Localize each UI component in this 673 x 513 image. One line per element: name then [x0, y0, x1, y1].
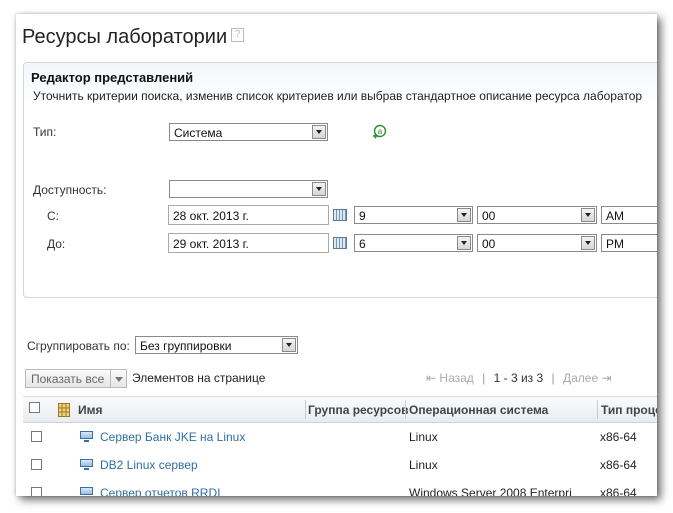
column-divider[interactable] — [305, 400, 306, 419]
to-date-input[interactable]: 29 окт. 2013 г. — [168, 233, 329, 253]
add-criterion-icon[interactable]: a — [371, 124, 387, 140]
column-divider[interactable] — [405, 400, 406, 419]
chevron-down-icon — [457, 236, 471, 250]
chevron-down-icon — [312, 125, 326, 139]
from-date-value: 28 окт. 2013 г. — [173, 209, 249, 223]
calendar-icon[interactable] — [333, 209, 347, 221]
table-row[interactable]: Сервер Банк JKE на Linux Linux x86-64 — [23, 423, 657, 452]
button-divider — [110, 370, 111, 387]
resource-name-link[interactable]: DB2 Linux сервер — [100, 458, 198, 472]
type-select[interactable]: Система — [169, 123, 328, 141]
last-page-icon: ⇥ — [601, 371, 612, 385]
from-date-input[interactable]: 28 окт. 2013 г. — [168, 205, 329, 225]
to-minute-value: 00 — [482, 237, 496, 251]
from-minute-value: 00 — [482, 209, 496, 223]
computer-icon — [80, 459, 93, 470]
chevron-down-icon — [581, 208, 595, 222]
resource-name-link[interactable]: Сервер отчетов RRDI — [100, 486, 220, 496]
to-ampm-select[interactable]: PM — [601, 234, 657, 252]
caret-down-icon[interactable] — [115, 377, 123, 382]
cpu-type-cell: x86-64 — [600, 486, 637, 496]
svg-text:a: a — [378, 127, 383, 136]
row-checkbox[interactable] — [31, 431, 42, 442]
pager: ⇤ Назад | 1 - 3 из 3 | Далее ⇥ — [426, 371, 612, 385]
table-header: Имя Группа ресурсов Операционная система… — [23, 396, 657, 423]
help-icon[interactable]: ? — [231, 28, 245, 42]
table-row[interactable]: DB2 Linux сервер Linux x86-64 — [23, 451, 657, 480]
pager-divider: | — [551, 371, 555, 385]
to-date-value: 29 окт. 2013 г. — [173, 237, 249, 251]
to-hour-select[interactable]: 6 — [354, 234, 473, 252]
row-checkbox[interactable] — [31, 459, 42, 470]
chevron-down-icon — [457, 208, 471, 222]
first-page-icon: ⇤ — [426, 371, 437, 385]
column-divider[interactable] — [597, 400, 598, 419]
page-title-text: Ресурсы лаборатории — [22, 26, 228, 48]
column-header-resource-group[interactable]: Группа ресурсов — [308, 403, 408, 417]
to-hour-value: 6 — [359, 237, 366, 251]
calendar-icon[interactable] — [333, 237, 347, 249]
next-page-link[interactable]: Далее — [563, 371, 598, 385]
show-all-button[interactable]: Показать все — [25, 369, 127, 388]
group-by-select[interactable]: Без группировки — [135, 336, 298, 354]
page-range: 1 - 3 из 3 — [493, 371, 544, 385]
select-all-checkbox[interactable] — [29, 402, 40, 413]
type-label: Тип: — [33, 125, 57, 139]
view-editor-header: Редактор представлений Уточнить критерии… — [24, 63, 657, 107]
from-hour-value: 9 — [359, 209, 366, 223]
page-title: Ресурсы лаборатории? — [22, 26, 245, 49]
computer-icon — [80, 487, 93, 496]
chevron-down-icon — [581, 236, 595, 250]
from-ampm-select[interactable]: AM — [601, 206, 657, 224]
view-editor-title: Редактор представлений — [31, 70, 194, 85]
chevron-down-icon — [282, 338, 296, 352]
group-by-value: Без группировки — [140, 339, 232, 353]
availability-label: Доступность: — [33, 183, 107, 197]
show-all-label: Показать все — [31, 372, 105, 386]
app-window: Ресурсы лаборатории? Редактор представле… — [16, 14, 657, 496]
prev-page-link[interactable]: Назад — [439, 371, 473, 385]
to-label: До: — [47, 237, 66, 251]
column-config-icon[interactable] — [58, 403, 70, 417]
type-select-value: Система — [174, 126, 223, 140]
os-cell: Linux — [409, 430, 438, 444]
to-ampm-value: PM — [606, 237, 624, 251]
computer-icon — [80, 431, 93, 442]
column-header-cpu-type[interactable]: Тип проце — [601, 403, 657, 417]
view-editor-panel: Редактор представлений Уточнить критерии… — [23, 62, 657, 298]
from-label: С: — [47, 209, 59, 223]
from-hour-select[interactable]: 9 — [354, 206, 473, 224]
view-editor-description: Уточнить критерии поиска, изменив список… — [33, 89, 643, 103]
from-ampm-value: AM — [606, 209, 624, 223]
from-minute-select[interactable]: 00 — [477, 206, 597, 224]
table-row[interactable]: Сервер отчетов RRDI Windows Server 2008 … — [23, 479, 657, 496]
to-minute-select[interactable]: 00 — [477, 234, 597, 252]
os-cell: Windows Server 2008 Enterpri — [409, 486, 572, 496]
os-cell: Linux — [409, 458, 438, 472]
chevron-down-icon — [312, 182, 326, 196]
pager-divider: | — [482, 371, 486, 385]
row-checkbox[interactable] — [31, 487, 42, 496]
cpu-type-cell: x86-64 — [600, 430, 637, 444]
column-header-name[interactable]: Имя — [78, 403, 103, 417]
resource-name-link[interactable]: Сервер Банк JKE на Linux — [100, 430, 245, 444]
availability-select[interactable] — [169, 180, 328, 198]
cpu-type-cell: x86-64 — [600, 458, 637, 472]
items-per-page-label: Элементов на странице — [132, 371, 266, 385]
column-header-os[interactable]: Операционная система — [409, 403, 548, 417]
group-by-label: Сгруппировать по: — [27, 339, 130, 353]
